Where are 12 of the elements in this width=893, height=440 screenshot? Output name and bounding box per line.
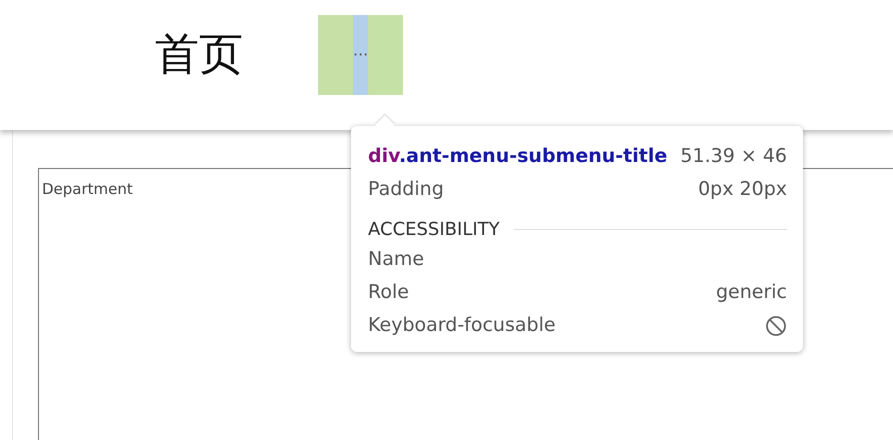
menu-item[interactable]: 首页	[120, 15, 278, 95]
element-size: 51.39 × 46	[680, 144, 787, 169]
property-value: 0px 20px	[698, 177, 787, 202]
field-label: Department	[42, 180, 133, 198]
element-selector: div.ant-menu-submenu-title	[368, 144, 668, 169]
property-label: Padding	[368, 177, 444, 202]
property-label: Role	[368, 280, 409, 305]
menu-item[interactable]: ···	[318, 15, 404, 95]
section-title: ACCESSIBILITY	[368, 218, 500, 242]
property-label: Keyboard-focusable	[368, 313, 556, 338]
property-label: Name	[368, 247, 424, 272]
property-value: generic	[716, 280, 787, 305]
